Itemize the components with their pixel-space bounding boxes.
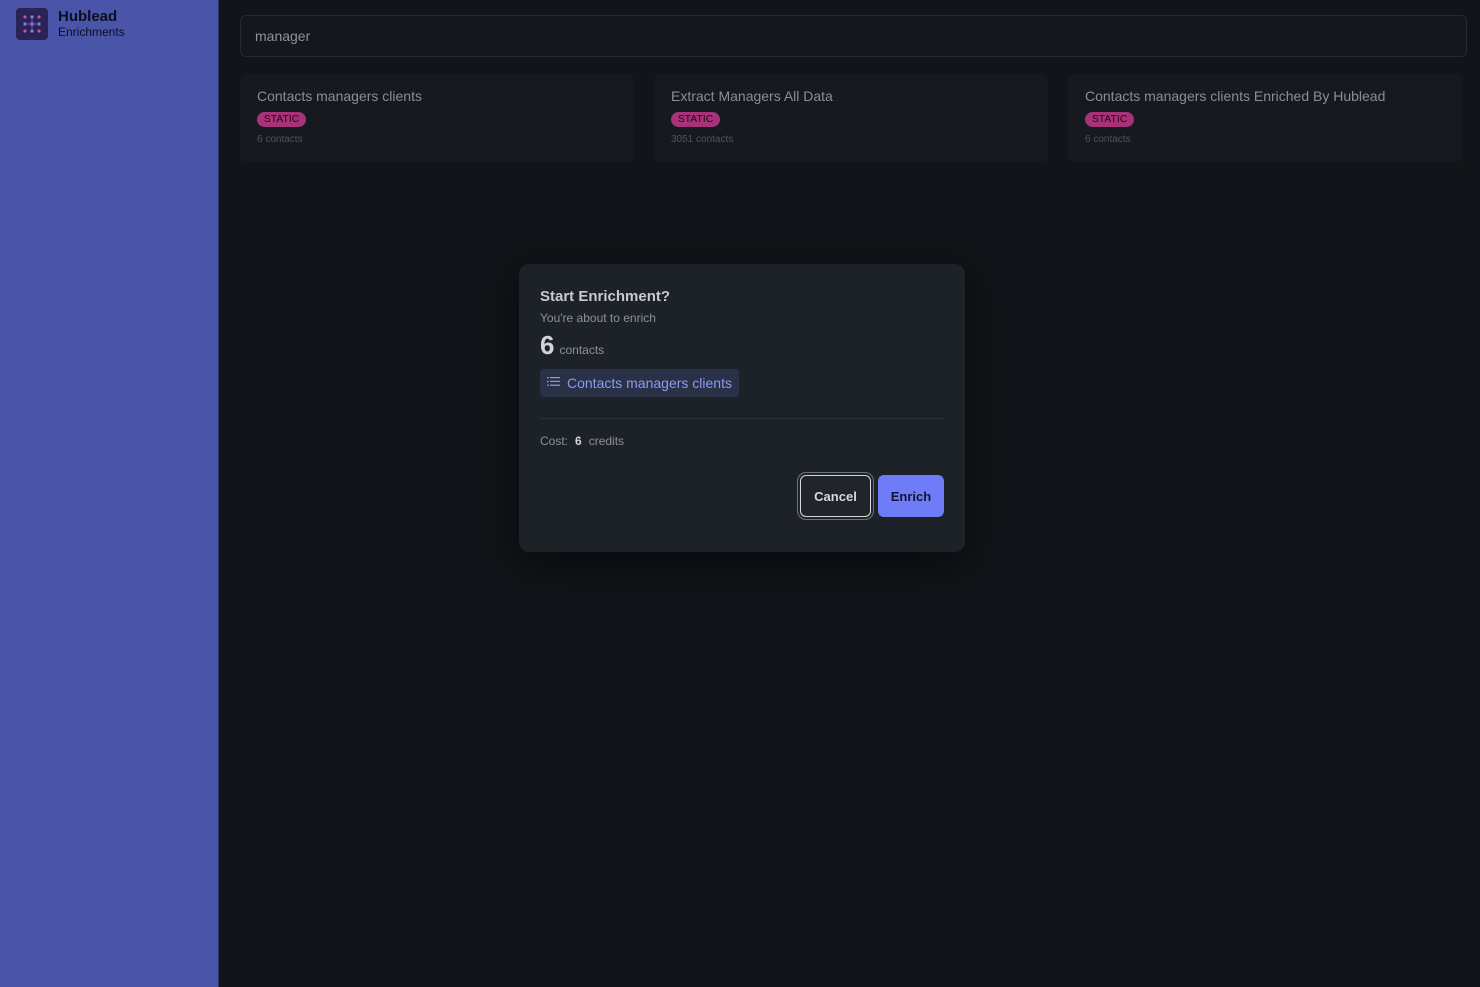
brand[interactable]: Hublead Enrichments xyxy=(16,8,125,40)
selected-list-name: Contacts managers clients xyxy=(567,375,732,391)
list-type-badge: STATIC xyxy=(1085,112,1135,127)
grid-nodes-icon xyxy=(16,8,48,40)
list-card[interactable]: Extract Managers All Data STATIC 3051 co… xyxy=(654,74,1048,162)
list-type-badge: STATIC xyxy=(671,112,721,127)
list-card-count: 6 contacts xyxy=(257,134,303,145)
enrich-button[interactable]: Enrich xyxy=(878,475,944,517)
app-name: Hublead xyxy=(58,7,118,25)
dialog-subtitle: You're about to enrich xyxy=(540,311,656,325)
list-card-count: 6 contacts xyxy=(1085,134,1131,145)
cost-row: Cost: 6 credits xyxy=(540,434,944,448)
list-icon xyxy=(547,374,560,392)
selected-list-chip: Contacts managers clients xyxy=(540,369,739,397)
contact-count-unit: contacts xyxy=(559,343,605,357)
app-section: Enrichments xyxy=(58,25,125,40)
dialog-title: Start Enrichment? xyxy=(540,288,671,305)
search-bar[interactable] xyxy=(240,15,1467,57)
contact-count: 6 contacts xyxy=(540,330,944,361)
list-card-title: Contacts managers clients Enriched By Hu… xyxy=(1085,88,1386,104)
dialog-actions: Cancel Enrich xyxy=(800,475,944,517)
list-card[interactable]: Contacts managers clients Enriched By Hu… xyxy=(1068,74,1462,162)
search-input[interactable] xyxy=(255,28,1466,44)
cost-label: Cost: xyxy=(540,434,569,448)
cost-value: 6 xyxy=(575,434,582,448)
cost-unit: credits xyxy=(588,434,625,448)
list-card-title: Extract Managers All Data xyxy=(671,88,833,104)
list-card-count: 3051 contacts xyxy=(671,134,734,145)
list-card[interactable]: Contacts managers clients STATIC 6 conta… xyxy=(240,74,634,162)
divider xyxy=(540,418,944,419)
enrichment-dialog: Start Enrichment? You're about to enrich… xyxy=(519,264,965,552)
cancel-button[interactable]: Cancel xyxy=(800,475,871,517)
sidebar: Hublead Enrichments xyxy=(0,0,219,987)
list-card-title: Contacts managers clients xyxy=(257,88,422,104)
contact-count-value: 6 xyxy=(540,330,555,360)
list-type-badge: STATIC xyxy=(257,112,307,127)
